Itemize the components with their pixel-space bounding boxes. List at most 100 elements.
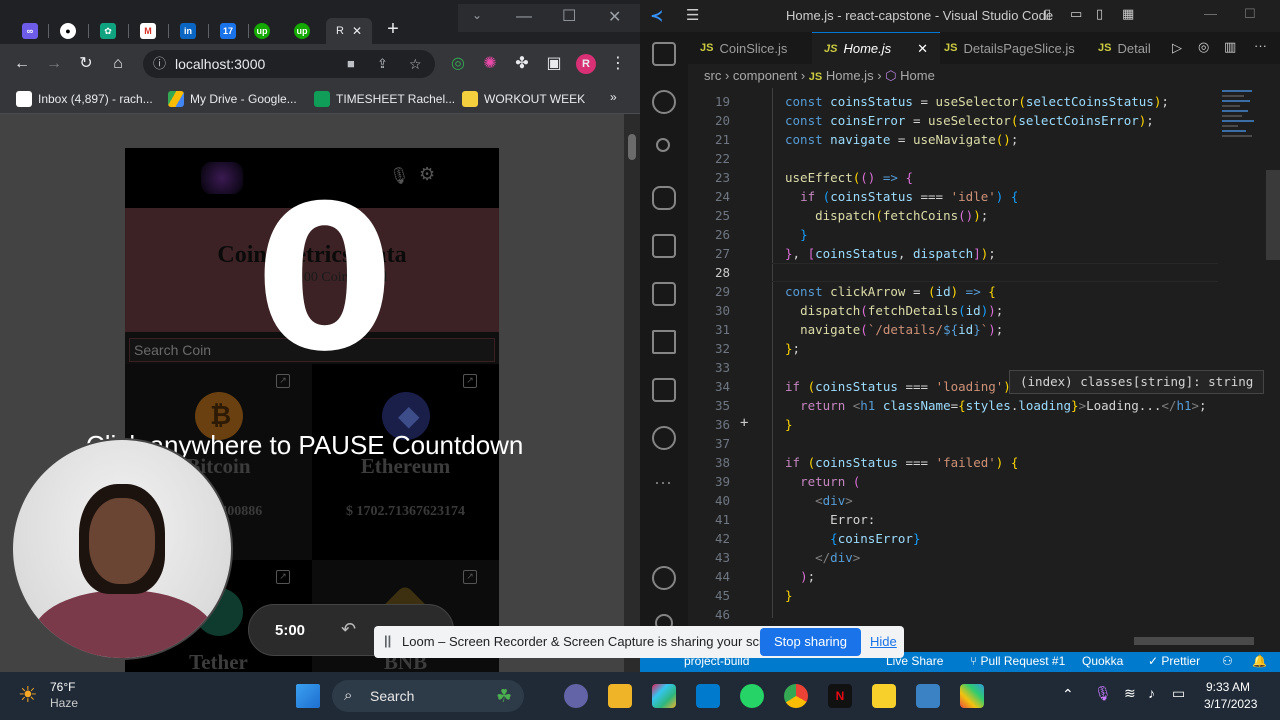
maximize-icon[interactable]: ☐ xyxy=(1244,6,1256,22)
source-control-icon[interactable] xyxy=(656,138,670,152)
wifi-icon[interactable]: ≋ xyxy=(1124,685,1136,702)
tab-coinslice[interactable]: JS CoinSlice.js xyxy=(688,32,799,64)
share-icon[interactable]: ⇪ xyxy=(377,50,388,78)
chevron-down-icon[interactable]: ⌄ xyxy=(472,8,482,22)
tab-linkedin[interactable]: in xyxy=(170,18,208,44)
notifications-icon[interactable]: 🔔 xyxy=(1252,654,1267,668)
add-comment-icon[interactable]: + xyxy=(740,415,748,431)
address-bar[interactable]: ⓘ localhost:3000 ■ ⇪ ☆ xyxy=(143,50,435,78)
minimize-icon[interactable]: — xyxy=(516,8,532,26)
more-actions-icon[interactable]: ··· xyxy=(1254,38,1267,53)
slack-icon[interactable] xyxy=(652,684,676,708)
tab-chatgpt[interactable]: ✿ xyxy=(90,18,128,44)
sticky-notes-icon[interactable] xyxy=(872,684,896,708)
app-logo[interactable] xyxy=(201,162,243,194)
tab-detailspageslice[interactable]: JS DetailsPageSlice.js xyxy=(932,32,1087,64)
vscode-taskbar-icon[interactable] xyxy=(696,684,720,708)
clock-date[interactable]: 3/17/2023 xyxy=(1204,697,1257,711)
prettier-status[interactable]: ✓ Prettier xyxy=(1148,654,1200,668)
terminal-icon[interactable] xyxy=(652,378,676,402)
color-extension-icon[interactable]: ✺ xyxy=(480,54,500,74)
volume-icon[interactable]: ♪ xyxy=(1148,685,1155,701)
tab-upwork-2[interactable]: up xyxy=(284,18,322,44)
bookmark-inbox[interactable]: Inbox (4,897) - rach... xyxy=(16,90,153,108)
extensions-icon[interactable] xyxy=(652,234,676,258)
close-tab-icon[interactable]: ✕ xyxy=(352,24,362,38)
back-icon[interactable]: ← xyxy=(12,54,32,74)
weather-icon[interactable]: ☀ xyxy=(18,682,38,708)
explorer-icon[interactable] xyxy=(652,42,676,66)
bookmark-drive[interactable]: My Drive - Google... xyxy=(168,90,297,108)
close-window-icon[interactable]: ✕ xyxy=(608,7,621,27)
microphone-icon[interactable]: 🎙 xyxy=(1094,685,1112,702)
split-editor-icon[interactable]: ▥ xyxy=(1224,39,1236,55)
horizontal-scrollbar[interactable] xyxy=(1134,637,1254,645)
gear-icon[interactable]: ⚙ xyxy=(419,164,435,185)
layout-panel-icon[interactable]: ▭ xyxy=(1070,6,1082,22)
menu-icon[interactable]: ⋮ xyxy=(608,54,628,74)
bookmark-timesheet[interactable]: TIMESHEET Rachel... xyxy=(314,90,455,108)
taskbar-search[interactable]: ⌕ Search ☘ xyxy=(332,680,524,712)
accounts-icon[interactable] xyxy=(652,566,676,590)
weather-condition[interactable]: Haze xyxy=(50,696,78,710)
remote-explorer-icon[interactable] xyxy=(652,282,676,306)
pull-request-status[interactable]: ⑂ Pull Request #1 xyxy=(970,654,1065,668)
puzzle-icon[interactable]: ✤ xyxy=(512,54,532,74)
notepad-icon[interactable] xyxy=(916,684,940,708)
quokka-status[interactable]: Quokka xyxy=(1082,654,1123,668)
customize-layout-icon[interactable]: ▦ xyxy=(1122,6,1134,22)
more-bookmarks-icon[interactable]: » xyxy=(610,90,617,104)
battery-icon[interactable]: ▭ xyxy=(1172,685,1185,702)
teams-icon[interactable] xyxy=(564,684,588,708)
minimap[interactable] xyxy=(1222,88,1264,248)
whatsapp-icon[interactable] xyxy=(740,684,764,708)
close-icon[interactable]: ✕ xyxy=(917,41,928,57)
tab-gmail[interactable]: M xyxy=(130,18,168,44)
tab-home[interactable]: JS Home.js ✕ xyxy=(812,32,941,64)
bookmark-workout[interactable]: WORKOUT WEEK xyxy=(462,90,585,108)
page-scrollbar[interactable] xyxy=(624,114,640,672)
layout-secondary-icon[interactable]: ▯ xyxy=(1096,6,1103,22)
netflix-icon[interactable]: N xyxy=(828,684,852,708)
chevron-up-icon[interactable]: ⌃ xyxy=(1062,686,1074,703)
webcam-bubble[interactable] xyxy=(11,438,233,660)
reload-icon[interactable]: ↻ xyxy=(76,54,96,74)
tab-active[interactable]: R ✕ xyxy=(326,18,372,44)
tab-upwork-1[interactable]: up xyxy=(244,18,282,44)
avatar[interactable]: R xyxy=(576,54,596,74)
maximize-icon[interactable]: ☐ xyxy=(562,6,576,26)
forward-icon[interactable]: → xyxy=(44,54,64,74)
menu-icon[interactable]: ☰ xyxy=(686,6,699,24)
stop-sharing-button[interactable]: Stop sharing xyxy=(760,628,861,656)
start-icon[interactable] xyxy=(296,684,320,708)
info-icon[interactable]: ⓘ xyxy=(153,50,166,78)
bookmark-star-icon[interactable]: ☆ xyxy=(409,50,422,78)
feedback-icon[interactable]: ⚇ xyxy=(1222,654,1233,668)
open-arrow-icon[interactable]: ↗ xyxy=(463,374,477,388)
check-icon[interactable]: ◎ xyxy=(1198,39,1209,55)
side-panel-icon[interactable]: ▣ xyxy=(544,54,564,74)
new-tab-button[interactable]: + xyxy=(382,18,404,40)
file-explorer-icon[interactable] xyxy=(608,684,632,708)
tab-1[interactable]: ∞ xyxy=(12,18,50,44)
countdown-number[interactable]: 0 xyxy=(255,180,394,380)
clock-time[interactable]: 9:33 AM xyxy=(1206,680,1250,694)
app-taskbar-icon[interactable] xyxy=(960,684,984,708)
tab-calendar[interactable]: 17 xyxy=(210,18,248,44)
minimize-icon[interactable]: — xyxy=(1204,6,1217,21)
camera-blocked-icon[interactable]: ■ xyxy=(347,50,355,78)
chrome-icon[interactable] xyxy=(784,684,808,708)
layout-sidebar-icon[interactable]: ▯ xyxy=(1044,6,1051,22)
run-icon[interactable]: ▷ xyxy=(1172,40,1182,56)
home-icon[interactable]: ⌂ xyxy=(108,54,128,74)
scrollbar-thumb[interactable] xyxy=(628,134,636,160)
undo-icon[interactable]: ↶ xyxy=(341,619,356,640)
open-arrow-icon[interactable]: ↗ xyxy=(276,570,290,584)
hide-banner-link[interactable]: Hide xyxy=(870,634,897,649)
editor-scrollbar[interactable] xyxy=(1266,170,1280,260)
tab-github[interactable]: ● xyxy=(50,18,88,44)
temperature[interactable]: 76°F xyxy=(50,680,75,694)
search-icon[interactable] xyxy=(652,90,676,114)
live-share-icon[interactable] xyxy=(652,330,676,354)
open-arrow-icon[interactable]: ↗ xyxy=(463,570,477,584)
